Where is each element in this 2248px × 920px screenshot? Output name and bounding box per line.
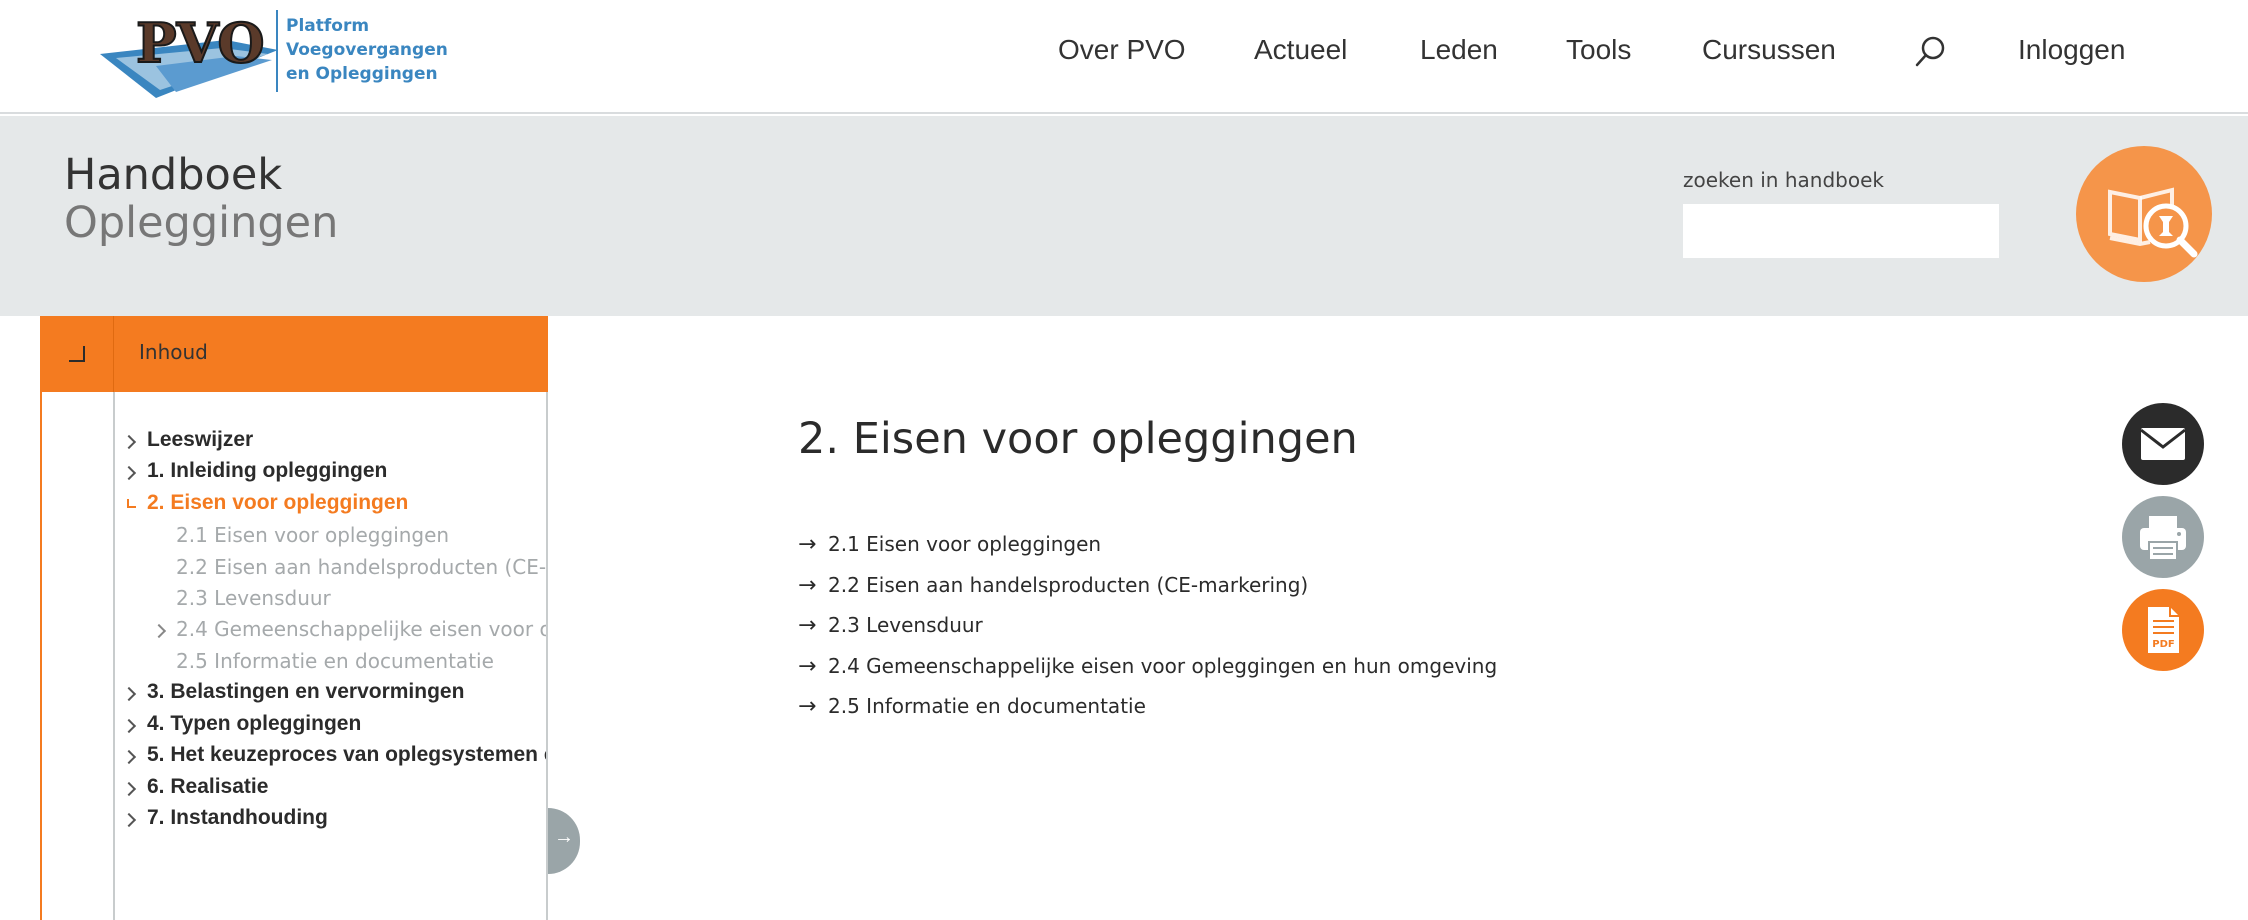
toc-item-instandhouding[interactable]: 7. Instandhouding	[147, 806, 328, 830]
logo-line-3: en Opleggingen	[286, 64, 438, 84]
arrow-right-icon: →	[798, 573, 817, 598]
toc-item-eisen-active[interactable]: 2. Eisen voor opleggingen	[147, 491, 408, 515]
chevron-right-icon[interactable]	[121, 749, 137, 765]
chevron-right-icon[interactable]	[151, 623, 167, 639]
toc-header: Inhoud	[40, 316, 548, 392]
section-link-label: 2.4 Gemeenschappelijke eisen voor oplegg…	[828, 654, 1498, 678]
pdf-button[interactable]: PDF	[2122, 589, 2204, 671]
nav-actueel[interactable]: Actueel	[1254, 34, 1347, 66]
section-link-label: 2.5 Informatie en documentatie	[828, 694, 1146, 718]
page-title-line-1: Handboek	[64, 150, 283, 200]
handbook-search-label: zoeken in handboek	[1683, 168, 1884, 192]
chevron-right-icon[interactable]	[121, 812, 137, 828]
arrow-right-icon: →	[798, 532, 817, 557]
login-link[interactable]: Inloggen	[2018, 34, 2125, 66]
toc-item-leeswijzer[interactable]: Leeswijzer	[147, 428, 253, 452]
pdf-icon: PDF	[2148, 607, 2179, 653]
section-title: 2. Eisen voor opleggingen	[798, 414, 1358, 464]
section-link-2-2[interactable]: → 2.2 Eisen aan handelsproducten (CE-mark…	[798, 573, 1308, 598]
sidebar-expand-handle[interactable]: →	[548, 808, 580, 874]
toc-item-realisatie[interactable]: 6. Realisatie	[147, 775, 268, 799]
section-link-2-4[interactable]: → 2.4 Gemeenschappelijke eisen voor opleg…	[798, 654, 1497, 679]
toc-collapse-toggle[interactable]	[40, 316, 114, 392]
toc-item-keuzeproces[interactable]: 5. Het keuzeproces van oplegsystemen en …	[147, 743, 546, 767]
section-link-label: 2.2 Eisen aan handelsproducten (CE-marke…	[828, 573, 1309, 597]
chevron-right-icon[interactable]	[121, 434, 137, 450]
section-link-2-5[interactable]: → 2.5 Informatie en documentatie	[798, 694, 1146, 719]
site-header: PVO Platform Voegovergangen en Oplegging…	[0, 0, 2248, 114]
toc-list: Leeswijzer 1. Inleiding opleggingen 2. E…	[115, 392, 546, 920]
section-link-2-1[interactable]: → 2.1 Eisen voor opleggingen	[798, 532, 1101, 557]
toc-item-belastingen[interactable]: 3. Belastingen en vervormingen	[147, 680, 464, 704]
toc-subitem-2-4[interactable]: 2.4 Gemeenschappelijke eisen voor oplegg…	[176, 617, 546, 641]
nav-over-pvo[interactable]: Over PVO	[1058, 34, 1186, 66]
toc-subitem-2-3[interactable]: 2.3 Levensduur	[176, 586, 331, 610]
pdf-label: PDF	[2152, 639, 2174, 650]
chevron-open-icon[interactable]	[127, 499, 136, 508]
handbook-search-input[interactable]	[1683, 204, 1999, 258]
logo-wordmark: Platform Voegovergangen en Opleggingen	[286, 14, 448, 86]
toc-item-typen[interactable]: 4. Typen opleggingen	[147, 712, 361, 736]
section-link-label: 2.1 Eisen voor opleggingen	[828, 532, 1102, 556]
nav-leden[interactable]: Leden	[1420, 34, 1498, 66]
book-magnifier-icon	[2076, 146, 2212, 282]
page-title-line-2: Opleggingen	[64, 198, 339, 248]
chevron-right-icon[interactable]	[121, 465, 137, 481]
arrow-right-icon: →	[798, 613, 817, 638]
toc-header-label: Inhoud	[139, 340, 208, 364]
nav-tools[interactable]: Tools	[1566, 34, 1631, 66]
print-button[interactable]	[2122, 496, 2204, 578]
section-link-2-3[interactable]: → 2.3 Levensduur	[798, 613, 983, 638]
mail-icon	[2140, 428, 2186, 460]
arrow-right-icon: →	[554, 826, 574, 848]
arrow-right-icon: →	[798, 694, 817, 719]
logo-divider	[276, 10, 278, 92]
email-button[interactable]	[2122, 403, 2204, 485]
print-icon	[2140, 516, 2186, 561]
chevron-right-icon[interactable]	[121, 718, 137, 734]
logo-line-1: Platform	[286, 16, 370, 36]
toc-subitem-2-2[interactable]: 2.2 Eisen aan handelsproducten (CE-marke…	[176, 555, 546, 579]
toc-subitem-2-1[interactable]: 2.1 Eisen voor opleggingen	[176, 523, 449, 547]
chevron-right-icon[interactable]	[121, 781, 137, 797]
logo-line-2: Voegovergangen	[286, 40, 448, 60]
chevron-right-icon[interactable]	[121, 686, 137, 702]
search-icon[interactable]	[1912, 34, 1948, 70]
collapse-corner-icon	[69, 346, 85, 362]
toc-subitem-2-5[interactable]: 2.5 Informatie en documentatie	[176, 649, 494, 673]
logo-letters: PVO	[136, 11, 265, 75]
section-link-label: 2.3 Levensduur	[828, 613, 983, 637]
toc-item-inleiding[interactable]: 1. Inleiding opleggingen	[147, 459, 387, 483]
nav-cursussen[interactable]: Cursussen	[1702, 34, 1836, 66]
arrow-right-icon: →	[798, 654, 817, 679]
